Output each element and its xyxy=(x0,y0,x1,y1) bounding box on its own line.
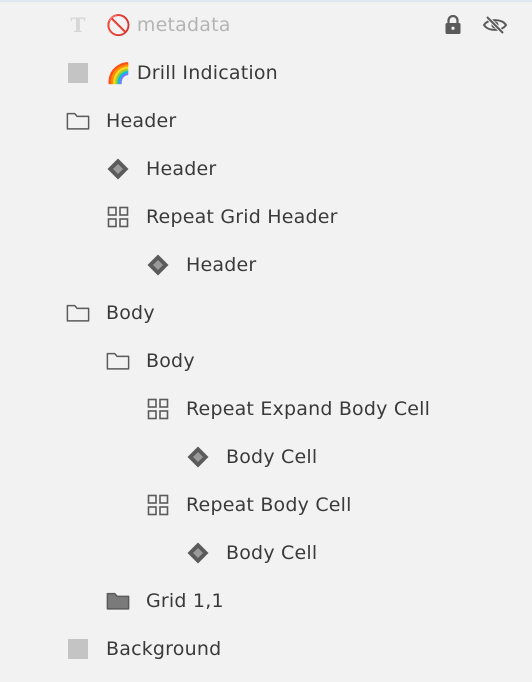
layer-row-metadata[interactable]: T 🚫 metadata xyxy=(0,1,532,49)
layer-row-tools xyxy=(440,1,508,49)
layer-row-body-cell[interactable]: Body Cell xyxy=(0,529,532,577)
component-instance-icon xyxy=(186,541,210,565)
layers-panel: T 🚫 metadata 🌈 Drill Indication Header H… xyxy=(0,1,532,673)
rainbow-emoji: 🌈 xyxy=(106,61,131,85)
layer-row-header-group[interactable]: Header xyxy=(0,97,532,145)
layer-label: Repeat Expand Body Cell xyxy=(186,398,431,420)
layer-label: Background xyxy=(106,638,222,660)
layer-row-grid-1-1[interactable]: Grid 1,1 xyxy=(0,577,532,625)
repeat-grid-icon xyxy=(146,493,170,517)
layer-row-repeat-body-cell[interactable]: Repeat Body Cell xyxy=(0,481,532,529)
layer-row-body-subgroup[interactable]: Body xyxy=(0,337,532,385)
no-entry-emoji: 🚫 xyxy=(106,13,131,37)
rectangle-icon xyxy=(66,637,90,661)
folder-icon xyxy=(66,301,90,325)
layer-row-drill-indication[interactable]: 🌈 Drill Indication xyxy=(0,49,532,97)
component-instance-icon xyxy=(106,157,130,181)
layer-label: Repeat Grid Header xyxy=(146,206,338,228)
layer-row-header-nested-component[interactable]: Header xyxy=(0,241,532,289)
layer-label: Body xyxy=(106,302,155,324)
layer-label: Header xyxy=(146,158,217,180)
layer-row-body-group[interactable]: Body xyxy=(0,289,532,337)
layer-row-repeat-expand-body-cell[interactable]: Repeat Expand Body Cell xyxy=(0,385,532,433)
layer-row-background[interactable]: Background xyxy=(0,625,532,673)
layer-row-body-cell[interactable]: Body Cell xyxy=(0,433,532,481)
layer-label: Drill Indication xyxy=(136,62,278,84)
layer-label: Grid 1,1 xyxy=(146,590,224,612)
repeat-grid-icon xyxy=(146,397,170,421)
folder-filled-icon xyxy=(106,589,130,613)
component-instance-icon xyxy=(146,253,170,277)
folder-icon xyxy=(106,349,130,373)
layer-label: metadata xyxy=(136,14,231,36)
lock-icon[interactable] xyxy=(440,12,466,38)
text-layer-icon: T xyxy=(70,13,86,37)
layer-label: Header xyxy=(186,254,257,276)
layer-label: Body Cell xyxy=(226,446,318,468)
layer-row-header-component[interactable]: Header xyxy=(0,145,532,193)
layer-label: Repeat Body Cell xyxy=(186,494,352,516)
rectangle-icon xyxy=(66,61,90,85)
repeat-grid-icon xyxy=(106,205,130,229)
folder-icon xyxy=(66,109,90,133)
layer-label: Body Cell xyxy=(226,542,318,564)
layer-label: Body xyxy=(146,350,195,372)
layer-row-repeat-grid-header[interactable]: Repeat Grid Header xyxy=(0,193,532,241)
layer-label: Header xyxy=(106,110,177,132)
component-instance-icon xyxy=(186,445,210,469)
eye-hidden-icon[interactable] xyxy=(482,12,508,38)
